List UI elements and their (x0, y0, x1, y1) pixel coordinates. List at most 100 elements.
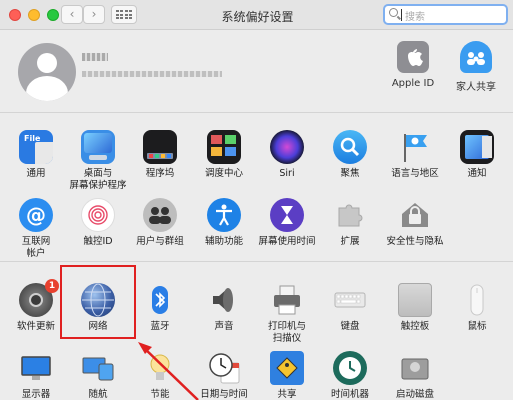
zoom-window-button[interactable] (47, 9, 59, 21)
pref-label: 程序坞 (145, 168, 175, 179)
pref-dock[interactable]: 程序坞 (128, 130, 192, 180)
close-window-button[interactable] (9, 9, 21, 21)
pref-printers-scanners[interactable]: 打印机与 扫描仪 (255, 283, 319, 345)
pref-general[interactable]: File 通用 (4, 130, 68, 180)
pref-label: 共享 (277, 389, 297, 400)
dock-icon (143, 130, 177, 164)
pref-startup-disk[interactable]: 启动磁盘 (383, 351, 447, 400)
pref-bluetooth[interactable]: 蓝牙 (128, 283, 192, 333)
account-section: Apple ID 家人共享 (0, 31, 513, 113)
pref-energy-saver[interactable]: 节能 (128, 351, 192, 400)
pref-mouse[interactable]: 鼠标 (445, 283, 509, 333)
lightbulb-icon (143, 351, 177, 385)
internet-accounts-icon: @ (19, 198, 53, 232)
pref-desktop-screensaver[interactable]: 桌面与 屏幕保护程序 (66, 130, 130, 192)
back-button[interactable]: ‹ (61, 5, 83, 24)
pref-notifications[interactable]: 通知 (445, 130, 509, 180)
pref-label: 调度中心 (204, 168, 243, 179)
pref-users-groups[interactable]: 用户与群组 (128, 198, 192, 248)
pref-spotlight[interactable]: 聚焦 (318, 130, 382, 180)
desktop-screensaver-icon (81, 130, 115, 164)
search-placeholder: 搜索 (405, 12, 425, 23)
pref-sidecar[interactable]: 随航 (66, 351, 130, 400)
keyboard-icon (333, 283, 367, 317)
pref-label: 触控ID (83, 236, 113, 247)
house-lock-icon (398, 198, 432, 232)
pref-trackpad[interactable]: 触控板 (383, 283, 447, 333)
search-icon (389, 8, 398, 17)
mission-control-icon (207, 130, 241, 164)
user-avatar[interactable] (18, 43, 76, 101)
pref-internet-accounts[interactable]: @ 互联网 帐户 (4, 198, 68, 260)
pref-label: 节能 (150, 389, 170, 400)
pref-label: 互联网 帐户 (21, 236, 51, 259)
search-field[interactable]: 搜索 (383, 4, 508, 25)
general-icon: File (19, 130, 53, 164)
speaker-icon (207, 283, 241, 317)
pref-label: Siri (279, 168, 295, 179)
pref-siri[interactable]: Siri (255, 130, 319, 180)
pref-label: 触控板 (400, 321, 430, 332)
pref-label: 显示器 (21, 389, 51, 400)
pref-mission-control[interactable]: 调度中心 (192, 130, 256, 180)
apple-icon (397, 41, 429, 73)
pref-software-update[interactable]: 1 软件更新 (4, 279, 68, 333)
pref-label: 声音 (214, 321, 234, 332)
apple-id-item[interactable]: Apple ID (378, 41, 448, 89)
clock-calendar-icon (207, 351, 241, 385)
pref-accessibility[interactable]: 辅助功能 (192, 198, 256, 248)
pref-sharing[interactable]: 共享 (255, 351, 319, 400)
pref-label: 打印机与 扫描仪 (267, 321, 306, 344)
family-sharing-item[interactable]: 家人共享 (441, 41, 511, 93)
blurred-user-email (82, 71, 222, 77)
pref-label: 软件更新 (16, 321, 55, 332)
pref-label: 用户与群组 (136, 236, 184, 247)
pref-label: 通用 (26, 168, 46, 179)
pref-screen-time[interactable]: 屏幕使用时间 (255, 198, 319, 248)
pref-label: 蓝牙 (150, 321, 170, 332)
pref-label: 聚焦 (340, 168, 360, 179)
display-monitor-icon (19, 351, 53, 385)
update-count-badge: 1 (45, 279, 59, 293)
show-all-grid-button[interactable] (111, 5, 137, 24)
touch-id-icon (81, 198, 115, 232)
pref-touch-id[interactable]: 触控ID (66, 198, 130, 248)
pref-language-region[interactable]: 语言与地区 (383, 130, 447, 180)
pref-extensions[interactable]: 扩展 (318, 198, 382, 248)
printer-icon (270, 283, 304, 317)
pref-label: 鼠标 (467, 321, 487, 332)
pref-label: 日期与时间 (200, 389, 248, 400)
pref-date-time[interactable]: 日期与时间 (192, 351, 256, 400)
personal-preferences-section: File 通用 桌面与 屏幕保护程序 程序坞 调度中心 Siri 聚焦 语言与地… (0, 114, 513, 262)
pref-security-privacy[interactable]: 安全性与隐私 (383, 198, 447, 248)
time-machine-icon (333, 351, 367, 385)
siri-icon (270, 130, 304, 164)
mouse-icon (460, 283, 494, 317)
pref-label: 键盘 (340, 321, 360, 332)
family-sharing-icon (460, 41, 492, 73)
extensions-icon (333, 198, 367, 232)
language-region-icon (398, 130, 432, 164)
hard-disk-icon (398, 351, 432, 385)
sharing-folder-icon (270, 351, 304, 385)
software-update-icon: 1 (19, 279, 59, 317)
sidecar-icon (81, 351, 115, 385)
pref-label: 启动磁盘 (395, 389, 434, 400)
minimize-window-button[interactable] (28, 9, 40, 21)
pref-label: 通知 (467, 168, 487, 179)
pref-label: 时间机器 (330, 389, 369, 400)
pref-time-machine[interactable]: 时间机器 (318, 351, 382, 400)
pref-keyboard[interactable]: 键盘 (318, 283, 382, 333)
highlight-box (60, 265, 136, 339)
spotlight-icon (333, 130, 367, 164)
notifications-icon (460, 130, 494, 164)
title-bar: ‹ › 系统偏好设置 搜索 (0, 0, 513, 30)
pref-displays[interactable]: 显示器 (4, 351, 68, 400)
trackpad-icon (398, 283, 432, 317)
pref-sound[interactable]: 声音 (192, 283, 256, 333)
family-sharing-label: 家人共享 (456, 82, 496, 93)
forward-button[interactable]: › (83, 5, 105, 24)
accessibility-icon (207, 198, 241, 232)
bluetooth-icon (143, 283, 177, 317)
pref-label: 桌面与 屏幕保护程序 (69, 168, 127, 191)
